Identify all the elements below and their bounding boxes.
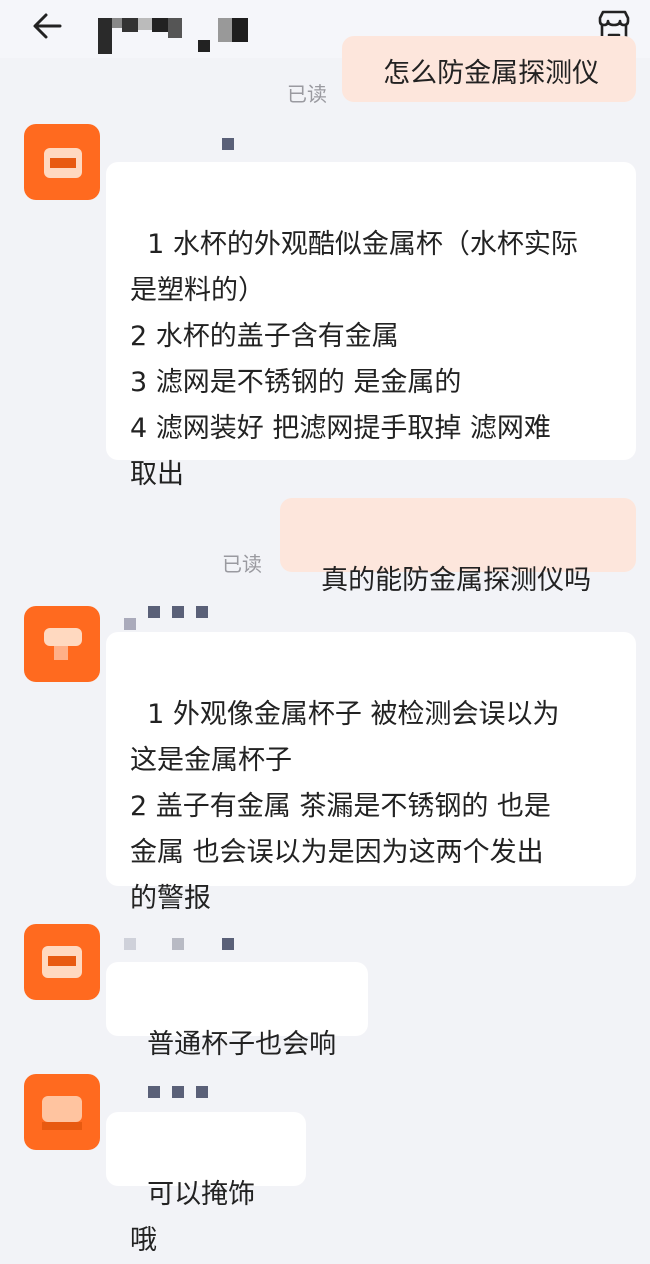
message-text: 真的能防金属探测仪吗 xyxy=(321,565,592,596)
pixelated-nickname xyxy=(124,938,236,952)
pixelated-nickname xyxy=(222,138,242,152)
message-text: 怎么防金属探测仪 xyxy=(383,58,600,89)
pixelated-nickname xyxy=(124,606,214,630)
incoming-message-bubble[interactable]: 1 水杯的外观酷似金属杯（水杯实际 是塑料的） 2 水杯的盖子含有金属 3 滤网… xyxy=(106,162,636,490)
message-text: 1 水杯的外观酷似金属杯（水杯实际 是塑料的） 2 水杯的盖子含有金属 3 滤网… xyxy=(130,229,578,490)
incoming-message-bubble[interactable]: 1 外观像金属杯子 被检测会误以为 这是金属杯子 2 盖子有金属 茶漏是不锈钢的… xyxy=(106,632,636,914)
read-status: 已读 xyxy=(287,82,327,106)
contact-avatar[interactable] xyxy=(24,1074,100,1150)
message-text: 可以掩饰哦 xyxy=(130,1179,256,1256)
back-arrow-icon[interactable] xyxy=(30,8,66,44)
contact-avatar[interactable] xyxy=(24,924,100,1000)
message-text: 1 外观像金属杯子 被检测会误以为 这是金属杯子 2 盖子有金属 茶漏是不锈钢的… xyxy=(130,699,560,914)
outgoing-message-bubble[interactable]: 真的能防金属探测仪吗 xyxy=(280,498,636,596)
message-text: 普通杯子也会响 xyxy=(147,1029,337,1060)
contact-avatar[interactable] xyxy=(24,606,100,682)
pixelated-contact-name xyxy=(98,10,258,54)
pixelated-nickname xyxy=(148,1086,210,1100)
incoming-message-bubble[interactable]: 可以掩饰哦 xyxy=(106,1112,306,1256)
incoming-message-bubble[interactable]: 普通杯子也会响 xyxy=(106,962,368,1060)
read-status: 已读 xyxy=(222,552,262,576)
contact-avatar[interactable] xyxy=(24,124,100,200)
outgoing-message-bubble[interactable]: 怎么防金属探测仪 xyxy=(342,36,636,102)
